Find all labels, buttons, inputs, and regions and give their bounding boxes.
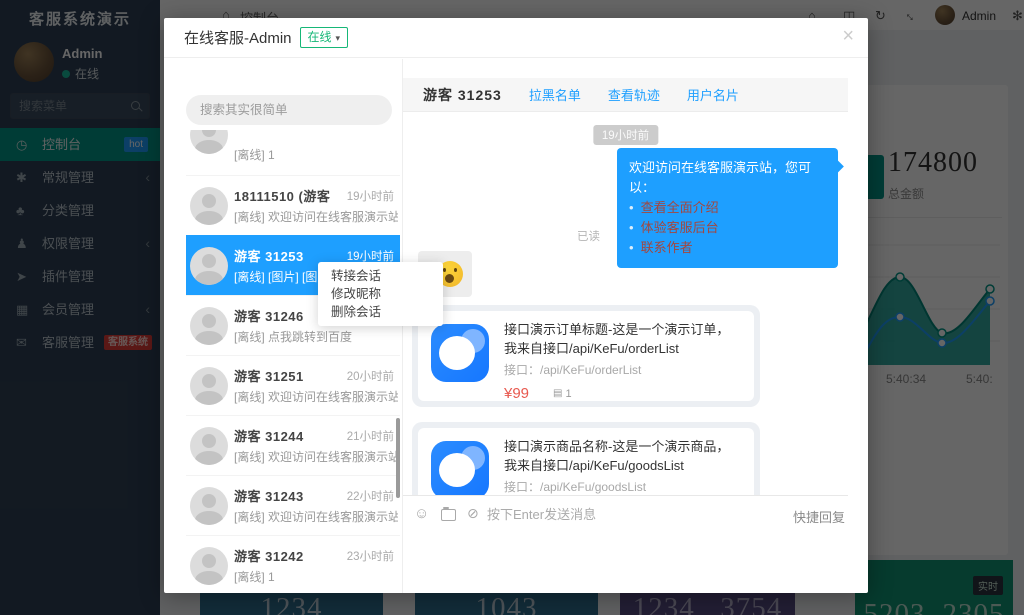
chat-app-icon bbox=[431, 324, 489, 382]
backend-link[interactable]: 体验客服后台 bbox=[641, 218, 719, 238]
order-card[interactable]: 接口演示订单标题-这是一个演示订单，我来自接口/api/KeFu/orderLi… bbox=[412, 305, 760, 407]
close-icon[interactable]: × bbox=[842, 26, 854, 46]
modal-title: 在线客服-Admin bbox=[184, 27, 292, 48]
message-area: 19小时前 欢迎访问在线客服演示站，您可以： • 查看全面介绍 • 体验客服后台 •… bbox=[403, 112, 848, 495]
conversation-list[interactable]: [离线] 1 18111510 (游客 19小时前 [离线] 欢迎访问在线客服演… bbox=[186, 130, 400, 593]
image-upload-icon[interactable] bbox=[441, 509, 456, 521]
blacklist-link[interactable]: 拉黑名单 bbox=[529, 85, 581, 104]
list-item[interactable]: 游客 31251 20小时前 [离线] 欢迎访问在线客服演示站， bbox=[186, 355, 400, 415]
welcome-text: 欢迎访问在线客服演示站，您可以： bbox=[629, 158, 826, 198]
attachment-icon[interactable]: ⊘ bbox=[467, 505, 479, 522]
list-item[interactable]: 18111510 (游客 19小时前 [离线] 欢迎访问在线客服演示站， bbox=[186, 175, 400, 235]
message-input-bar: ☺ ⊘ 快捷回复 bbox=[403, 495, 848, 593]
online-service-modal: 在线客服-Admin 在线▾ × [离线] 1 18111510 (游客 19小… bbox=[164, 18, 868, 593]
quantity-icon: ▤ bbox=[553, 388, 562, 399]
context-menu: 转接会话 修改昵称 删除会话 bbox=[318, 262, 443, 326]
delete-session-item[interactable]: 删除会话 bbox=[318, 303, 443, 321]
chat-header: 游客 31253 拉黑名单 查看轨迹 用户名片 bbox=[403, 78, 848, 112]
list-item-partial[interactable]: [离线] 1 bbox=[186, 130, 400, 175]
bubble-tail bbox=[831, 160, 844, 173]
avatar bbox=[190, 130, 228, 154]
order-quantity: 1 bbox=[565, 388, 571, 400]
order-api: 接口：/api/KeFu/orderList bbox=[504, 361, 742, 378]
status-dropdown[interactable]: 在线▾ bbox=[300, 27, 349, 48]
intro-link[interactable]: 查看全面介绍 bbox=[641, 198, 719, 218]
avatar bbox=[190, 487, 228, 525]
modal-header: 在线客服-Admin 在线▾ × bbox=[164, 18, 868, 58]
time-badge: 19小时前 bbox=[593, 125, 658, 145]
list-item[interactable]: 游客 31242 23小时前 [离线] 1 bbox=[186, 535, 400, 593]
list-item[interactable]: 游客 31244 21小时前 [离线] 欢迎访问在线客服演示站， bbox=[186, 415, 400, 475]
welcome-message-bubble: 欢迎访问在线客服演示站，您可以： • 查看全面介绍 • 体验客服后台 • 联系作者 bbox=[617, 148, 838, 268]
bullet-icon: • bbox=[629, 218, 634, 238]
avatar bbox=[190, 547, 228, 585]
avatar bbox=[190, 367, 228, 405]
goods-api: 接口：/api/KeFu/goodsList bbox=[504, 478, 742, 495]
list-scrollbar[interactable] bbox=[396, 418, 400, 498]
order-title: 接口演示订单标题-这是一个演示订单，我来自接口/api/KeFu/orderLi… bbox=[504, 320, 742, 358]
quick-reply-link[interactable]: 快捷回复 bbox=[793, 507, 845, 526]
avatar bbox=[190, 307, 228, 345]
bullet-icon: • bbox=[629, 238, 634, 258]
emoji-picker-icon[interactable]: ☺ bbox=[414, 505, 429, 522]
conversation-search[interactable] bbox=[186, 95, 392, 125]
list-item[interactable]: 游客 31243 22小时前 [离线] 欢迎访问在线客服演示站， bbox=[186, 475, 400, 535]
chat-app-icon bbox=[431, 441, 489, 495]
rename-item[interactable]: 修改昵称 bbox=[318, 285, 443, 303]
avatar bbox=[190, 427, 228, 465]
view-track-link[interactable]: 查看轨迹 bbox=[608, 85, 660, 104]
order-price: ¥99 bbox=[504, 385, 529, 402]
goods-title: 接口演示商品名称-这是一个演示商品，我来自接口/api/KeFu/goodsLi… bbox=[504, 437, 742, 475]
visitor-name: 游客 31253 bbox=[423, 85, 502, 105]
contact-author-link[interactable]: 联系作者 bbox=[641, 238, 693, 258]
transfer-session-item[interactable]: 转接会话 bbox=[318, 267, 443, 285]
message-input[interactable] bbox=[487, 503, 777, 525]
user-card-link[interactable]: 用户名片 bbox=[687, 85, 739, 104]
caret-down-icon: ▾ bbox=[336, 33, 341, 43]
read-status: 已读 bbox=[577, 228, 600, 244]
avatar bbox=[190, 247, 228, 285]
bullet-icon: • bbox=[629, 198, 634, 218]
goods-card[interactable]: 接口演示商品名称-这是一个演示商品，我来自接口/api/KeFu/goodsLi… bbox=[412, 422, 760, 495]
conversation-search-input[interactable] bbox=[186, 95, 392, 125]
avatar bbox=[190, 187, 228, 225]
